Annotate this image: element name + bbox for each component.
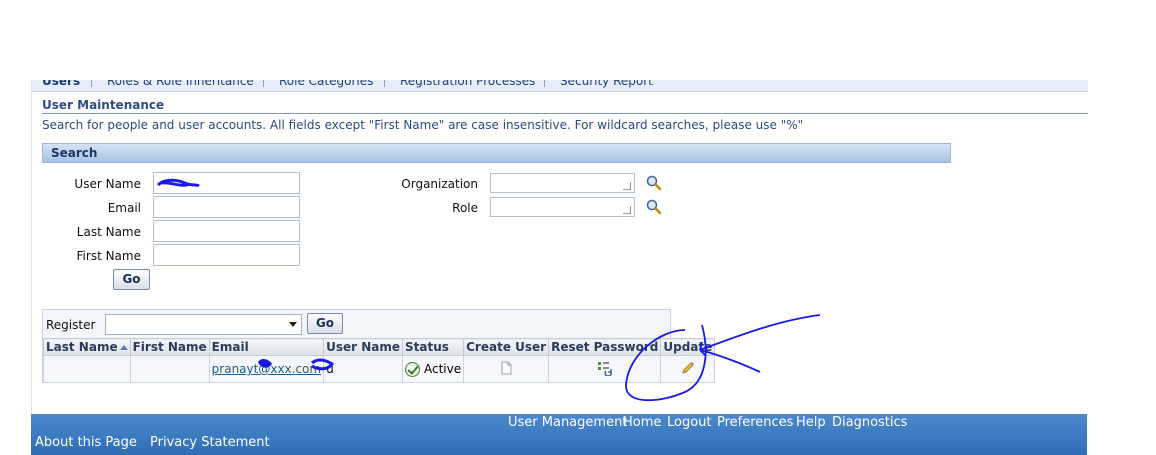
tab-roles-role-inheritance[interactable]: Roles & Role Inheritance	[107, 80, 254, 88]
pencil-icon[interactable]	[680, 360, 696, 376]
column-header-last-name[interactable]: Last Name	[43, 338, 131, 356]
cell-email: pranayt@xxx.com	[208, 355, 325, 383]
footer-link-preferences[interactable]: Preferences	[717, 415, 793, 430]
search-header: Search	[42, 143, 951, 163]
sort-ascending-icon	[119, 345, 128, 350]
search-instruction: Search for people and user accounts. All…	[42, 118, 804, 132]
footer-link-user-management[interactable]: User Management	[508, 415, 627, 430]
tab-bar: Users Roles & Role Inheritance Role Cate…	[32, 80, 1088, 92]
global-footer: User Management Home Logout Preferences …	[31, 414, 1087, 455]
footer-link-privacy-statement[interactable]: Privacy Statement	[150, 435, 270, 450]
column-header-status: Status	[401, 338, 465, 356]
cell-reset-password	[548, 355, 662, 383]
register-select[interactable]	[105, 314, 302, 335]
cell-user-name: u	[323, 355, 403, 383]
table-row: pranayt@xxx.com u Active	[43, 355, 716, 383]
column-header-create-user: Create User	[463, 338, 550, 356]
tab-role-categories[interactable]: Role Categories	[279, 80, 373, 88]
role-search-icon[interactable]	[645, 198, 663, 216]
register-label: Register	[46, 318, 96, 332]
organization-input[interactable]	[490, 173, 635, 193]
column-header-update: Update	[660, 338, 716, 356]
first-name-label: First Name	[76, 249, 141, 263]
cell-status: Active	[401, 355, 465, 383]
tab-separator	[91, 80, 92, 87]
title-divider	[42, 113, 1088, 114]
footer-link-about-page[interactable]: About this Page	[35, 435, 137, 450]
column-header-reset-password: Reset Password	[548, 338, 662, 356]
footer-link-diagnostics[interactable]: Diagnostics	[832, 415, 907, 430]
footer-link-logout[interactable]: Logout	[667, 415, 712, 430]
checkmark-icon	[405, 361, 420, 377]
cell-update	[660, 355, 716, 383]
tab-separator	[544, 80, 545, 87]
main-frame: Users Roles & Role Inheritance Role Cate…	[31, 80, 1088, 455]
cell-create-user	[463, 355, 550, 383]
role-label: Role	[452, 201, 478, 215]
tab-security-report[interactable]: Security Report	[560, 80, 653, 88]
resize-grip-icon	[623, 182, 631, 190]
footer-link-help[interactable]: Help	[796, 415, 826, 430]
register-go-button[interactable]: Go	[307, 313, 343, 334]
footer-link-home[interactable]: Home	[623, 415, 661, 430]
column-header-user-name: User Name	[323, 338, 403, 356]
search-header-label: Search	[51, 146, 98, 160]
tab-separator	[263, 80, 264, 87]
users-table: Last Name First Name Email User Name Sta…	[43, 338, 716, 383]
page-title: User Maintenance	[42, 98, 165, 112]
table-header-row: Last Name First Name Email User Name Sta…	[43, 338, 716, 356]
user-name-input[interactable]	[153, 172, 300, 194]
results-region: Register Go Last Name First Name Email U…	[42, 309, 716, 383]
user-name-label: User Name	[74, 177, 141, 191]
tab-separator	[384, 80, 385, 87]
first-name-input[interactable]	[153, 244, 300, 266]
column-header-email: Email	[208, 338, 325, 356]
role-input[interactable]	[490, 197, 635, 217]
tab-users[interactable]: Users	[42, 80, 80, 88]
email-label: Email	[107, 201, 141, 215]
tab-registration-processes[interactable]: Registration Processes	[400, 80, 535, 88]
last-name-label: Last Name	[76, 225, 141, 239]
reset-password-icon[interactable]	[596, 360, 614, 377]
email-input[interactable]	[153, 196, 300, 218]
last-name-input[interactable]	[153, 220, 300, 242]
email-link[interactable]: pranayt@xxx.com	[212, 362, 321, 376]
document-icon[interactable]	[498, 360, 514, 376]
search-go-button[interactable]: Go	[113, 269, 150, 290]
status-text: Active	[424, 361, 462, 376]
organization-label: Organization	[401, 177, 478, 191]
organization-search-icon[interactable]	[645, 174, 663, 192]
chevron-down-icon	[289, 322, 297, 327]
cell-last-name	[43, 355, 131, 383]
resize-grip-icon	[623, 206, 631, 214]
column-header-first-name: First Name	[129, 338, 210, 356]
cell-first-name	[129, 355, 210, 383]
